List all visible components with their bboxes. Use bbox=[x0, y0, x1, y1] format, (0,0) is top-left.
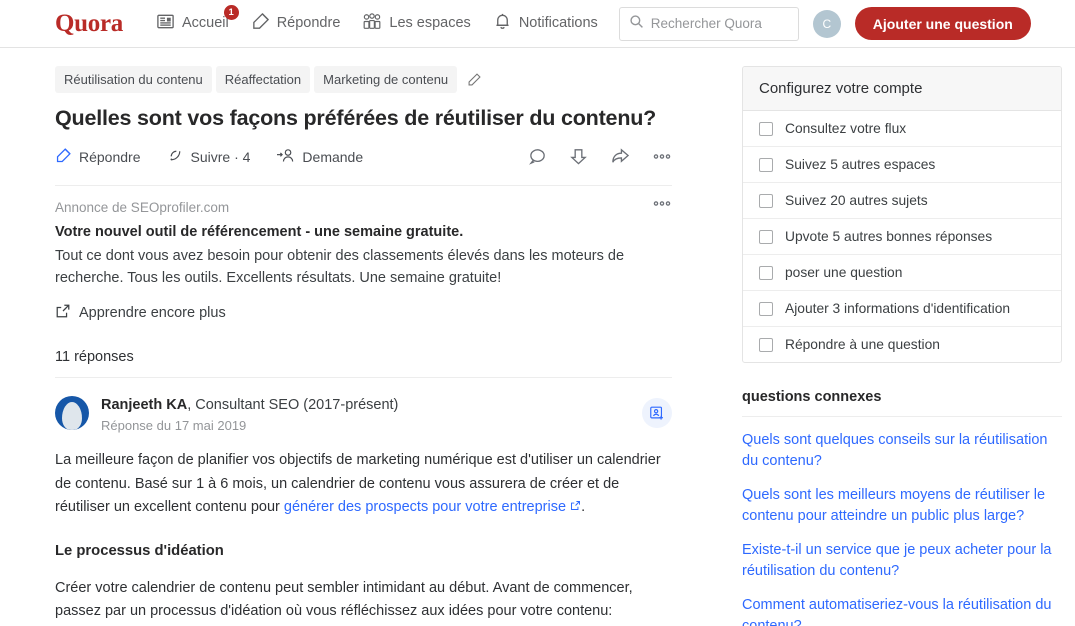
question-action-bar: Répondre Suivre · 4 Demande bbox=[55, 147, 672, 185]
pencil-icon bbox=[55, 147, 72, 167]
sidebar-column: Configurez votre compte Consultez votre … bbox=[742, 48, 1062, 626]
checkbox-icon[interactable] bbox=[759, 265, 773, 280]
answer-author-row: Ranjeeth KA, Consultant SEO (2017-présen… bbox=[55, 395, 672, 434]
question-secondary-actions bbox=[528, 147, 672, 166]
setup-item-label: poser une question bbox=[785, 265, 903, 280]
author-meta: Ranjeeth KA, Consultant SEO (2017-présen… bbox=[101, 396, 630, 434]
ad-learn-more-link[interactable]: Apprendre encore plus bbox=[55, 303, 672, 323]
topic-tag[interactable]: Réaffectation bbox=[215, 66, 311, 93]
checkbox-icon[interactable] bbox=[759, 337, 773, 352]
nav-item-repondre[interactable]: Répondre bbox=[240, 6, 352, 41]
page-body: Réutilisation du contenu Réaffectation M… bbox=[0, 48, 1075, 626]
main-content-column: Réutilisation du contenu Réaffectation M… bbox=[55, 48, 672, 626]
comment-icon[interactable] bbox=[528, 147, 547, 166]
answer-label: Répondre bbox=[79, 148, 141, 165]
checkbox-icon[interactable] bbox=[759, 301, 773, 316]
page-title: Quelles sont vos façons préférées de réu… bbox=[55, 106, 657, 130]
request-person-icon bbox=[276, 147, 295, 167]
topic-tags: Réutilisation du contenu Réaffectation M… bbox=[55, 66, 672, 93]
share-icon[interactable] bbox=[610, 147, 630, 166]
setup-item-label: Ajouter 3 informations d'identification bbox=[785, 301, 1011, 316]
setup-item-5[interactable]: Ajouter 3 informations d'identification bbox=[743, 291, 1061, 327]
related-questions-title: questions connexes bbox=[742, 389, 1062, 417]
user-avatar[interactable]: C bbox=[812, 9, 841, 38]
nav-label-notifications: Notifications bbox=[518, 15, 598, 32]
ad-cta-label: Apprendre encore plus bbox=[79, 304, 226, 321]
related-question-link[interactable]: Quels sont quelques conseils sur la réut… bbox=[742, 417, 1062, 472]
request-label: Demande bbox=[302, 148, 364, 165]
more-options-icon[interactable] bbox=[652, 153, 672, 160]
feed-icon bbox=[156, 12, 175, 35]
setup-item-label: Upvote 5 autres bonnes réponses bbox=[785, 229, 993, 244]
user-avatar[interactable] bbox=[55, 395, 89, 430]
nav-label-les-espaces: Les espaces bbox=[389, 15, 471, 32]
ad-body-text: Tout ce dont vous avez besoin pour obten… bbox=[55, 247, 625, 287]
pencil-icon bbox=[251, 12, 270, 35]
external-link-icon bbox=[55, 303, 71, 323]
search-box[interactable] bbox=[618, 6, 799, 41]
answer-subheading: Le processus d'idéation bbox=[55, 542, 224, 559]
setup-item-3[interactable]: Upvote 5 autres bonnes réponses bbox=[743, 219, 1061, 255]
setup-item-2[interactable]: Suivez 20 autres sujets bbox=[743, 183, 1061, 219]
ad-title[interactable]: Votre nouvel outil de référencement - un… bbox=[55, 224, 672, 240]
setup-card-title: Configurez votre compte bbox=[743, 67, 1061, 111]
related-question-link[interactable]: Comment automatiseriez-vous la réutilisa… bbox=[742, 582, 1062, 626]
author-line: Ranjeeth KA, Consultant SEO (2017-présen… bbox=[101, 396, 630, 416]
downvote-icon[interactable] bbox=[569, 147, 588, 166]
spaces-icon bbox=[362, 12, 382, 35]
author-name[interactable]: Ranjeeth KA bbox=[101, 397, 187, 413]
bell-icon bbox=[493, 12, 512, 35]
answer-body: La meilleure façon de planifier vos obje… bbox=[55, 449, 672, 623]
answer-paragraph-1: La meilleure façon de planifier vos obje… bbox=[55, 449, 672, 519]
nav-label-repondre: Répondre bbox=[276, 15, 341, 32]
follow-question-button[interactable]: Suivre · 4 bbox=[167, 147, 251, 167]
rss-icon bbox=[167, 147, 184, 167]
author-credential: , Consultant SEO (2017-présent) bbox=[187, 396, 399, 413]
setup-item-label: Consultez votre flux bbox=[785, 121, 907, 136]
answer-paragraph-2: Créer votre calendrier de contenu peut s… bbox=[55, 579, 633, 620]
setup-item-0[interactable]: Consultez votre flux bbox=[743, 111, 1061, 147]
ad-header: Annonce de SEOprofiler.com bbox=[55, 200, 672, 215]
answer-date: Réponse du 17 mai 2019 bbox=[101, 418, 247, 434]
pencil-edit-icon[interactable] bbox=[461, 68, 488, 91]
topic-tag[interactable]: Marketing de contenu bbox=[314, 66, 458, 93]
setup-account-card: Configurez votre compte Consultez votre … bbox=[742, 66, 1062, 363]
setup-item-4[interactable]: poser une question bbox=[743, 255, 1061, 291]
nav-label-accueil: Accueil bbox=[181, 15, 229, 32]
search-input[interactable] bbox=[650, 16, 789, 31]
related-question-link[interactable]: Existe-t-il un service que je peux achet… bbox=[742, 527, 1062, 582]
related-question-link[interactable]: Quels sont les meilleurs moyens de réuti… bbox=[742, 472, 1062, 527]
inline-link[interactable]: générer des prospects pour votre entrepr… bbox=[284, 499, 566, 515]
top-navigation-bar: Quora Accueil 1 Répondre Les espaces Not… bbox=[0, 0, 1075, 48]
nav-item-accueil[interactable]: Accueil 1 bbox=[145, 5, 240, 41]
setup-item-1[interactable]: Suivez 5 autres espaces bbox=[743, 147, 1061, 183]
follow-label: Suivre · 4 bbox=[190, 148, 251, 165]
setup-item-label: Suivez 20 autres sujets bbox=[785, 193, 928, 208]
ad-source-label: Annonce de SEOprofiler.com bbox=[55, 199, 230, 215]
checkbox-icon[interactable] bbox=[759, 157, 773, 172]
answer-button[interactable]: Répondre bbox=[55, 147, 141, 167]
external-link-icon bbox=[570, 499, 581, 515]
answer-item: Ranjeeth KA, Consultant SEO (2017-présen… bbox=[55, 378, 672, 624]
checkbox-icon[interactable] bbox=[759, 121, 773, 136]
add-person-badge-icon[interactable] bbox=[642, 397, 672, 428]
setup-item-label: Suivez 5 autres espaces bbox=[785, 157, 936, 172]
promoted-ad: Annonce de SEOprofiler.com Votre nouvel … bbox=[55, 184, 672, 323]
setup-item-6[interactable]: Répondre à une question bbox=[743, 327, 1061, 362]
search-icon bbox=[629, 14, 644, 34]
paragraph-1-post: . bbox=[581, 499, 586, 516]
request-answer-button[interactable]: Demande bbox=[276, 147, 363, 167]
quora-logo[interactable]: Quora bbox=[55, 11, 123, 36]
setup-item-label: Répondre à une question bbox=[785, 337, 940, 352]
add-question-button[interactable]: Ajouter une question bbox=[854, 7, 1031, 40]
topic-tag[interactable]: Réutilisation du contenu bbox=[55, 66, 212, 93]
checkbox-icon[interactable] bbox=[759, 229, 773, 244]
notification-badge: 1 bbox=[223, 5, 239, 20]
checkbox-icon[interactable] bbox=[759, 193, 773, 208]
nav-item-notifications[interactable]: Notifications bbox=[482, 6, 609, 41]
more-options-icon[interactable] bbox=[652, 200, 672, 207]
nav-item-les-espaces[interactable]: Les espaces bbox=[351, 6, 481, 41]
answers-count: 11 réponses bbox=[55, 349, 672, 378]
